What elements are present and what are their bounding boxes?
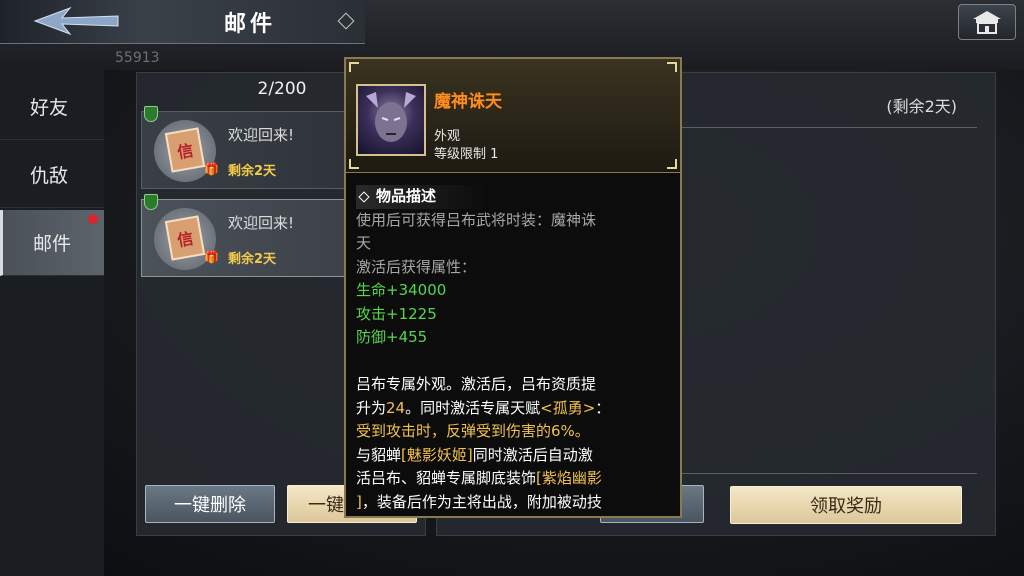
letter-sheet: 信 (164, 215, 206, 261)
background-number: 55913 (115, 50, 160, 66)
mail-title: 欢迎回来! (228, 126, 295, 144)
section-header: 物品描述 (356, 185, 486, 209)
shield-badge-icon (144, 194, 158, 210)
stat-attack: 攻击+1225 (356, 304, 437, 323)
detail-remaining-time: (剩余2天) (886, 97, 957, 116)
mail-item[interactable]: 信 🎁 欢迎回来! 剩余2天 (141, 106, 351, 189)
decoration-name: [紫焰幽影 (536, 469, 602, 487)
item-tooltip: 魔神诛天 外观 等级限制 1 物品描述 使用后可获得吕布武将时装：魔神诛 天 激… (344, 57, 682, 518)
talent-name: <孤勇> (540, 398, 596, 417)
divider (677, 127, 977, 128)
corner-ornament-icon (349, 159, 359, 169)
pair-line: 与貂蝉[魅影妖姬]同时激活后自动激 (356, 444, 672, 468)
shield-badge-icon (144, 106, 158, 122)
diamond-ornament-icon (337, 12, 355, 30)
nav-tab-label: 仇敌 (30, 165, 69, 187)
exclusive-line: 吕布专属外观。激活后，吕布资质提 (356, 375, 597, 393)
item-level-requirement: 等级限制 1 (434, 147, 499, 162)
letter-sheet: 信 (164, 127, 206, 173)
mail-title: 欢迎回来! (228, 214, 295, 232)
character-portrait (356, 84, 426, 156)
mail-remaining-time: 剩余2天 (228, 164, 277, 179)
delete-all-button[interactable]: 一键删除 (145, 485, 275, 523)
nav-tab-label: 好友 (30, 97, 69, 119)
text-segment: 升为 (356, 398, 387, 417)
stat-defense: 防御+455 (356, 328, 428, 346)
tooltip-header: 魔神诛天 外观 等级限制 1 (346, 59, 680, 173)
page-title: 邮件 (223, 12, 276, 37)
corner-ornament-icon (667, 159, 677, 169)
corner-ornament-icon (667, 62, 677, 72)
left-nav: 好友 仇敌 邮件 (0, 70, 104, 576)
section-title: 物品描述 (376, 187, 437, 205)
tooltip-body: 物品描述 使用后可获得吕布武将时装：魔神诛 天 激活后获得属性： 生命+3400… (356, 185, 672, 514)
palace-icon (973, 11, 1001, 34)
mail-remaining-time: 剩余2天 (228, 252, 277, 267)
text-segment: 。同时激活专属天赋 (405, 398, 541, 417)
text-segment: ： (595, 398, 611, 417)
aptitude-value: 24 (386, 398, 406, 417)
item-name: 魔神诛天 (434, 92, 502, 112)
text-segment: ，装备后作为主将出战，附加被动技 (361, 492, 602, 511)
description-line: 使用后可获得吕布武将时装：魔神诛 (356, 210, 597, 229)
activate-label: 激活后获得属性： (356, 257, 477, 276)
talent-effect: 受到攻击时，反弹受到伤害的6%。 (356, 422, 590, 440)
stat-hp: 生命+34000 (356, 281, 447, 299)
claim-reward-button[interactable]: 领取奖励 (730, 486, 962, 524)
header-bar: 邮件 (0, 0, 365, 44)
text-segment: 活吕布、貂蝉专属脚底装饰 (356, 469, 537, 487)
button-label: 领取奖励 (810, 496, 882, 517)
pair-line: ]，装备后作为主将出战，附加被动技 (356, 491, 672, 515)
nav-tab-label: 邮件 (33, 233, 72, 255)
text-segment: 同时激活后自动激 (472, 445, 593, 464)
nav-tab-friends[interactable]: 好友 (0, 74, 104, 140)
pair-line: 活吕布、貂蝉专属脚底装饰[紫焰幽影 (356, 467, 672, 491)
button-label: 一键 (308, 495, 344, 516)
corner-ornament-icon (349, 62, 359, 72)
notification-dot (88, 214, 98, 224)
demon-face-icon (366, 92, 416, 142)
home-button[interactable] (958, 4, 1016, 40)
text-segment: 与貂蝉 (356, 445, 402, 464)
button-label: 一键删除 (174, 495, 246, 516)
description-line: 天 (356, 234, 372, 252)
item-type: 外观 (434, 129, 461, 144)
back-arrow-icon[interactable] (30, 6, 120, 36)
nav-tab-enemies[interactable]: 仇敌 (0, 142, 104, 208)
pair-skin-name: [魅影妖姬] (401, 445, 473, 464)
mail-item[interactable]: 信 🎁 欢迎回来! 剩余2天 (141, 194, 351, 277)
gift-icon: 🎁 (204, 162, 219, 176)
exclusive-line: 升为24。同时激活专属天赋<孤勇>： (356, 397, 672, 421)
nav-tab-mail[interactable]: 邮件 (0, 210, 104, 276)
diamond-bullet-icon (358, 191, 370, 203)
divider (677, 473, 977, 474)
gift-icon: 🎁 (204, 250, 219, 264)
